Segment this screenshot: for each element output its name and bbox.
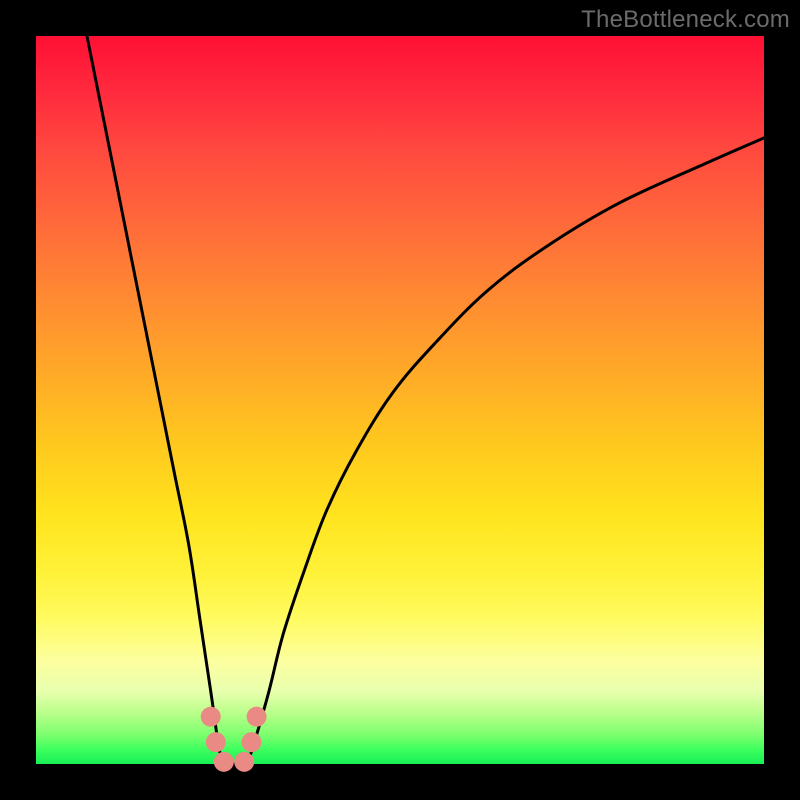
marker-m1 — [201, 707, 221, 727]
curve-markers — [201, 707, 267, 772]
chart-svg — [36, 36, 764, 764]
marker-m5 — [241, 732, 261, 752]
marker-m4 — [234, 752, 254, 772]
chart-outer-frame: TheBottleneck.com — [0, 0, 800, 800]
marker-m6 — [247, 707, 267, 727]
marker-m2 — [206, 732, 226, 752]
watermark-text: TheBottleneck.com — [581, 6, 790, 34]
marker-m3 — [214, 752, 234, 772]
plot-area — [36, 36, 764, 764]
curve-right-branch — [247, 138, 764, 764]
curve-left-branch — [87, 36, 222, 764]
